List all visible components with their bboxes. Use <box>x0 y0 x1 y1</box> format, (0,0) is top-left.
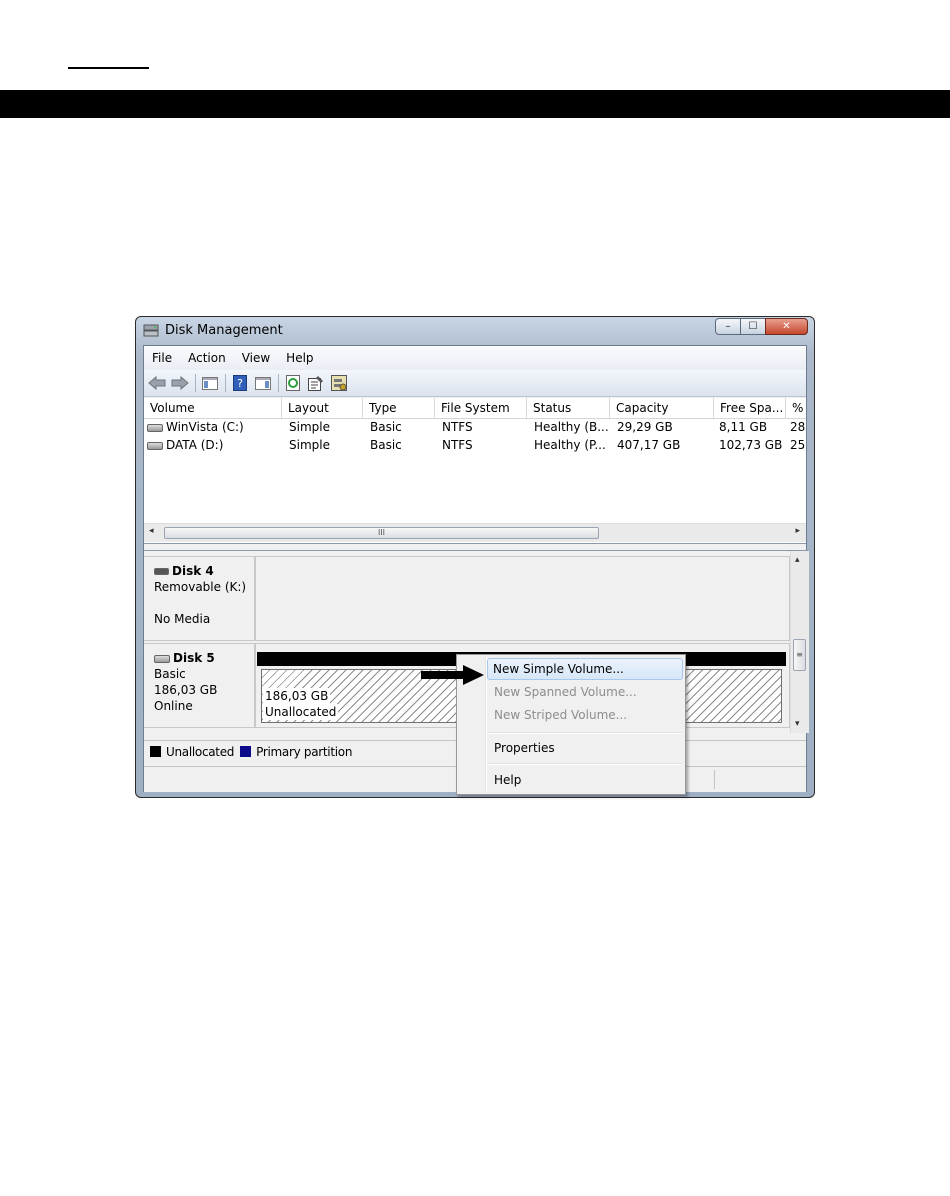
volume-list-header: Volume Layout Type File System Status Ca… <box>144 398 808 419</box>
document-header-bar <box>0 90 950 118</box>
rescan-disks-icon[interactable] <box>330 374 348 392</box>
volume-type: Basic <box>370 420 402 434</box>
forward-arrow-icon[interactable] <box>171 374 189 392</box>
menu-file[interactable]: File <box>144 351 180 365</box>
disk-drive-icon <box>154 654 170 663</box>
menu-help[interactable]: Help <box>278 351 321 365</box>
menu-view[interactable]: View <box>234 351 278 365</box>
properties-icon[interactable] <box>307 374 325 392</box>
table-row[interactable]: DATA (D:) Simple Basic NTFS Healthy (P..… <box>144 436 806 454</box>
legend-unallocated: Unallocated <box>166 744 235 759</box>
volume-free-space: 102,73 GB <box>719 438 783 452</box>
maximize-button[interactable]: ☐ <box>740 318 766 335</box>
toolbar: ? <box>144 370 806 397</box>
pointer-arrow-icon <box>421 665 484 685</box>
menu-item-properties[interactable]: Properties <box>459 737 683 759</box>
minimize-button[interactable]: – <box>715 318 741 335</box>
svg-text:?: ? <box>237 377 243 390</box>
volume-file-system: NTFS <box>442 420 473 434</box>
toolbar-separator <box>225 374 226 392</box>
volume-type: Basic <box>370 438 402 452</box>
disk-name: Disk 5 <box>173 651 215 665</box>
volume-percent-free: 28 <box>790 420 806 434</box>
back-arrow-icon[interactable] <box>148 374 166 392</box>
column-header-status[interactable]: Status <box>527 398 610 418</box>
horizontal-scrollbar[interactable]: ◂ III ▸ <box>144 523 806 542</box>
disk-type: Basic <box>154 667 186 681</box>
volume-layout: Simple <box>289 420 330 434</box>
column-header-file-system[interactable]: File System <box>435 398 527 418</box>
menu-item-help[interactable]: Help <box>459 769 683 791</box>
document-underline <box>68 67 149 69</box>
legend-swatch-primary <box>240 746 252 757</box>
status-divider <box>714 770 715 789</box>
scroll-grip-icon: III <box>377 528 386 537</box>
disk-4-area[interactable] <box>255 556 790 641</box>
help-icon[interactable]: ? <box>231 374 249 392</box>
menu-separator <box>488 763 682 765</box>
legend-primary-partition: Primary partition <box>256 744 353 759</box>
close-icon: ✕ <box>782 321 791 332</box>
column-header-percent-free[interactable]: % F <box>786 398 808 418</box>
toolbar-separator <box>278 374 279 392</box>
action-pane-icon[interactable] <box>254 374 272 392</box>
column-header-capacity[interactable]: Capacity <box>610 398 714 418</box>
horizontal-scroll-thumb[interactable]: III <box>164 527 599 539</box>
disk-management-icon <box>143 324 159 337</box>
volume-layout: Simple <box>289 438 330 452</box>
volume-capacity: 407,17 GB <box>617 438 681 452</box>
window-title: Disk Management <box>165 323 283 338</box>
partition-label: Unallocated <box>263 704 339 720</box>
volume-file-system: NTFS <box>442 438 473 452</box>
maximize-icon: ☐ <box>748 321 758 332</box>
console-tree-icon[interactable] <box>201 374 219 392</box>
volume-percent-free: 25 <box>790 438 806 452</box>
partition-size: 186,03 GB <box>263 688 331 704</box>
vertical-scrollbar[interactable]: ▴ ≡ ▾ <box>790 551 809 733</box>
volume-status: Healthy (B... <box>534 420 609 434</box>
disk-media-status: No Media <box>154 612 211 626</box>
drive-icon <box>147 423 163 432</box>
column-header-layout[interactable]: Layout <box>282 398 363 418</box>
volume-list: Volume Layout Type File System Status Ca… <box>144 398 808 544</box>
menu-bar: File Action View Help <box>144 346 806 370</box>
disk-size: 186,03 GB <box>154 683 218 697</box>
volume-name: DATA (D:) <box>166 438 224 452</box>
toolbar-separator <box>195 374 196 392</box>
drive-icon <box>147 441 163 450</box>
context-menu: New Simple Volume... New Spanned Volume.… <box>456 654 686 795</box>
refresh-icon[interactable] <box>284 374 302 392</box>
menu-action[interactable]: Action <box>180 351 234 365</box>
volume-name: WinVista (C:) <box>166 420 244 434</box>
close-button[interactable]: ✕ <box>765 318 808 335</box>
menu-item-new-simple-volume[interactable]: New Simple Volume... <box>487 658 683 680</box>
table-row[interactable]: WinVista (C:) Simple Basic NTFS Healthy … <box>144 418 806 436</box>
scroll-right-icon[interactable]: ▸ <box>795 526 800 536</box>
volume-capacity: 29,29 GB <box>617 420 673 434</box>
menu-item-new-striped-volume[interactable]: New Striped Volume... <box>459 704 683 726</box>
disk-name: Disk 4 <box>172 564 214 578</box>
column-header-type[interactable]: Type <box>363 398 435 418</box>
column-header-volume[interactable]: Volume <box>144 398 282 418</box>
volume-free-space: 8,11 GB <box>719 420 768 434</box>
disk-status: Online <box>154 699 193 713</box>
legend-swatch-unallocated <box>150 746 161 757</box>
menu-item-new-spanned-volume[interactable]: New Spanned Volume... <box>459 681 683 703</box>
volume-status: Healthy (P... <box>534 438 606 452</box>
disk-description: Removable (K:) <box>154 580 247 594</box>
vertical-scroll-thumb[interactable]: ≡ <box>793 639 806 671</box>
column-header-free-space[interactable]: Free Spa... <box>714 398 786 418</box>
scroll-up-icon[interactable]: ▴ <box>795 555 800 565</box>
minimize-icon: – <box>725 321 731 332</box>
scroll-left-icon[interactable]: ◂ <box>149 526 154 536</box>
title-bar[interactable]: Disk Management – ☐ ✕ <box>136 317 814 345</box>
disk-4-label[interactable]: Disk 4 Removable (K:) No Media <box>144 556 255 641</box>
scroll-down-icon[interactable]: ▾ <box>795 719 800 729</box>
removable-drive-icon <box>154 568 169 575</box>
disk-5-label[interactable]: Disk 5 Basic 186,03 GB Online <box>144 643 255 728</box>
menu-separator <box>488 732 682 734</box>
